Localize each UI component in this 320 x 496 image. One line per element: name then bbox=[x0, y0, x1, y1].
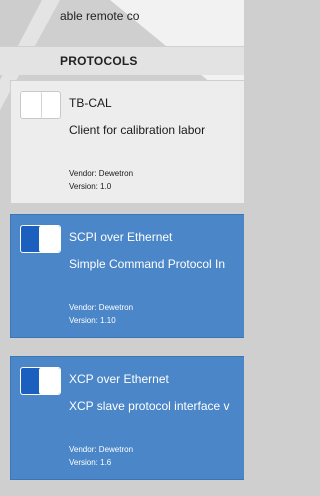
toggle-knob bbox=[39, 368, 60, 394]
protocols-panel: able remote co PROTOCOLS TB-CAL Client f… bbox=[0, 0, 244, 496]
enable-remote-label: able remote co bbox=[60, 9, 140, 23]
enable-toggle[interactable] bbox=[20, 91, 61, 119]
protocol-name: SCPI over Ethernet bbox=[69, 230, 173, 244]
toggle-knob bbox=[39, 226, 60, 252]
protocol-name: TB-CAL bbox=[69, 96, 112, 110]
enable-toggle[interactable] bbox=[20, 367, 61, 395]
protocol-version: Version: 1.0 bbox=[69, 182, 112, 191]
protocol-version: Version: 1.10 bbox=[69, 316, 116, 325]
protocol-description: Simple Command Protocol In bbox=[69, 257, 226, 271]
protocol-description: XCP slave protocol interface v bbox=[69, 399, 230, 413]
protocol-card-xcp[interactable]: XCP over Ethernet XCP slave protocol int… bbox=[10, 356, 244, 480]
protocols-section-header: PROTOCOLS bbox=[0, 46, 244, 75]
protocol-vendor: Vendor: Dewetron bbox=[69, 169, 134, 178]
protocol-version: Version: 1.6 bbox=[69, 458, 112, 467]
protocol-vendor: Vendor: Dewetron bbox=[69, 303, 134, 312]
enable-toggle[interactable] bbox=[20, 225, 61, 253]
protocol-description: Client for calibration labor bbox=[69, 123, 206, 137]
protocol-card-tb-cal[interactable]: TB-CAL Client for calibration labor Vend… bbox=[10, 80, 244, 204]
section-title: PROTOCOLS bbox=[60, 54, 138, 68]
protocol-vendor: Vendor: Dewetron bbox=[69, 445, 134, 454]
protocol-name: XCP over Ethernet bbox=[69, 372, 169, 386]
protocol-card-scpi[interactable]: SCPI over Ethernet Simple Command Protoc… bbox=[10, 214, 244, 338]
toggle-knob bbox=[21, 92, 42, 118]
